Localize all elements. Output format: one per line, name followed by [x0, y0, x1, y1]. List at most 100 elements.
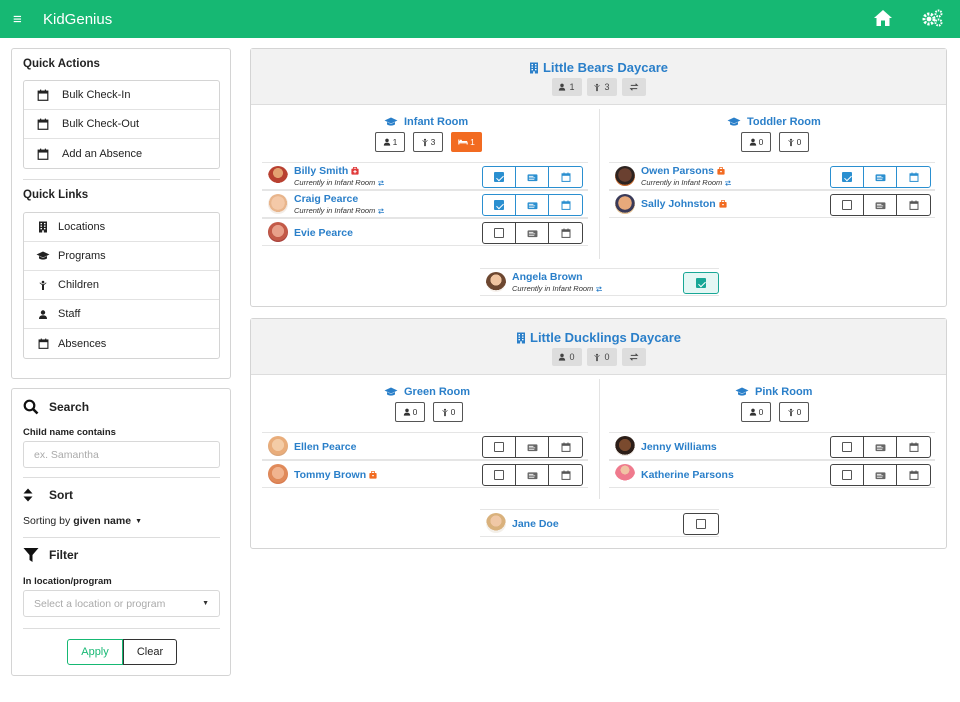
- programs-link[interactable]: Programs: [24, 242, 219, 271]
- name: Jane Doe: [512, 518, 559, 530]
- sign-out-card-icon[interactable]: [864, 437, 897, 457]
- child-row: Owen Parsons Currently in Infant Room: [609, 162, 935, 190]
- sign-out-card-icon[interactable]: [516, 167, 549, 187]
- child-name[interactable]: Ellen Pearce: [294, 441, 356, 453]
- settings-gears-icon[interactable]: [922, 9, 944, 30]
- absence-calendar-icon[interactable]: [897, 195, 930, 215]
- check-in-checkbox[interactable]: [483, 195, 516, 215]
- count: 0: [796, 137, 802, 147]
- check-in-checkbox[interactable]: [483, 223, 516, 243]
- check-in-checkbox[interactable]: [483, 167, 516, 187]
- room-staff-count: 0: [741, 402, 771, 422]
- home-icon[interactable]: [873, 9, 893, 30]
- name: Ellen Pearce: [294, 441, 357, 453]
- absence-calendar-icon[interactable]: [897, 465, 930, 485]
- transfer-icon[interactable]: [621, 78, 646, 96]
- room-title[interactable]: Toddler Room: [727, 116, 821, 128]
- building-icon: [516, 332, 526, 344]
- staff-checkbox[interactable]: [684, 514, 718, 534]
- child-name-input[interactable]: ex. Samantha: [23, 441, 220, 468]
- check-in-checkbox[interactable]: [831, 437, 864, 457]
- absence-calendar-icon[interactable]: [897, 167, 930, 187]
- staff-check-button[interactable]: [683, 513, 719, 535]
- clear-button[interactable]: Clear: [123, 639, 177, 665]
- daycare-card-little-ducklings: Little Ducklings Daycare 0 0 Green Room …: [250, 318, 947, 549]
- locations-link[interactable]: Locations: [24, 213, 219, 242]
- daycare-name[interactable]: Little Bears Daycare: [251, 49, 946, 75]
- child-name[interactable]: Sally Johnston: [641, 198, 727, 210]
- sign-out-card-icon[interactable]: [516, 195, 549, 215]
- staff-count-badge: 0: [551, 348, 582, 366]
- check-in-checkbox[interactable]: [831, 465, 864, 485]
- absence-calendar-icon[interactable]: [549, 437, 582, 457]
- absence-calendar-icon[interactable]: [897, 437, 930, 457]
- room-title[interactable]: Green Room: [384, 386, 470, 398]
- absence-calendar-icon[interactable]: [549, 167, 582, 187]
- check-in-checkbox[interactable]: [831, 167, 864, 187]
- building-icon: [36, 221, 50, 233]
- daycare-name[interactable]: Little Ducklings Daycare: [251, 319, 946, 345]
- quick-links-list: Locations Programs Children Staff Absenc…: [23, 212, 220, 359]
- quick-actions-list: Bulk Check-In Bulk Check-Out Add an Abse…: [23, 80, 220, 169]
- child-name[interactable]: Jenny Williams: [641, 441, 717, 453]
- child-name[interactable]: Craig Pearce: [294, 193, 358, 205]
- sign-out-card-icon[interactable]: [516, 437, 549, 457]
- location-program-select[interactable]: Select a location or program ▼: [23, 590, 220, 617]
- absence-calendar-icon[interactable]: [549, 223, 582, 243]
- sign-out-card-icon[interactable]: [864, 167, 897, 187]
- graduation-cap-icon: [727, 117, 741, 127]
- staff-link[interactable]: Staff: [24, 300, 219, 329]
- child-name-label: Child name contains: [23, 427, 116, 438]
- staff-name[interactable]: Angela Brown: [512, 271, 583, 283]
- apply-button[interactable]: Apply: [67, 639, 123, 665]
- child-row: Craig Pearce Currently in Infant Room: [262, 190, 588, 218]
- staff-name[interactable]: Jane Doe: [512, 518, 559, 530]
- avatar: [615, 194, 635, 214]
- sign-out-card-icon[interactable]: [516, 223, 549, 243]
- sort-dropdown[interactable]: Sorting by given name ▼: [23, 515, 142, 527]
- absence-calendar-icon[interactable]: [549, 465, 582, 485]
- bulk-check-out-action[interactable]: Bulk Check-Out: [24, 110, 219, 139]
- briefcase-icon: [719, 200, 727, 208]
- children-link[interactable]: Children: [24, 271, 219, 300]
- room-title[interactable]: Pink Room: [735, 386, 812, 398]
- briefcase-icon: [717, 167, 725, 175]
- attendance-buttons: [830, 166, 931, 188]
- child-name[interactable]: Katherine Parsons: [641, 469, 734, 481]
- bulk-check-in-action[interactable]: Bulk Check-In: [24, 81, 219, 110]
- check-in-checkbox[interactable]: [483, 437, 516, 457]
- sign-out-card-icon[interactable]: [864, 465, 897, 485]
- count: 3: [430, 137, 436, 147]
- room-title[interactable]: Infant Room: [384, 116, 468, 128]
- staff-row: Jane Doe: [480, 509, 719, 537]
- name: Billy Smith: [294, 165, 349, 177]
- absences-link[interactable]: Absences: [24, 329, 219, 358]
- sign-out-card-icon[interactable]: [516, 465, 549, 485]
- staff-checkbox[interactable]: [684, 273, 718, 293]
- child-name[interactable]: Owen Parsons: [641, 165, 725, 177]
- app-brand[interactable]: KidGenius: [43, 11, 112, 28]
- transfer-icon[interactable]: [621, 348, 646, 366]
- count: 0: [569, 352, 575, 362]
- caret-down-icon: ▼: [135, 517, 142, 525]
- room-children-count: 0: [779, 132, 809, 152]
- sign-out-card-icon[interactable]: [864, 195, 897, 215]
- child-name[interactable]: Billy Smith: [294, 165, 359, 177]
- absence-calendar-icon[interactable]: [549, 195, 582, 215]
- attendance-buttons: [482, 464, 583, 486]
- child-row: Katherine Parsons: [609, 460, 935, 488]
- daycare-name-text: Little Bears Daycare: [542, 60, 668, 75]
- name: Craig Pearce: [294, 193, 359, 205]
- room-name: Green Room: [404, 386, 471, 398]
- staff-check-button[interactable]: [683, 272, 719, 294]
- add-absence-action[interactable]: Add an Absence: [24, 139, 219, 168]
- hamburger-menu-icon[interactable]: ≡: [13, 11, 27, 28]
- sort-icon: [23, 488, 33, 502]
- search-sort-filter-panel: Search Child name contains ex. Samantha …: [11, 388, 231, 676]
- check-in-checkbox[interactable]: [831, 195, 864, 215]
- attendance-buttons: [482, 222, 583, 244]
- check-in-checkbox[interactable]: [483, 465, 516, 485]
- room-staff-count: 0: [741, 132, 771, 152]
- child-name[interactable]: Tommy Brown: [294, 469, 377, 481]
- child-name[interactable]: Evie Pearce: [294, 227, 353, 239]
